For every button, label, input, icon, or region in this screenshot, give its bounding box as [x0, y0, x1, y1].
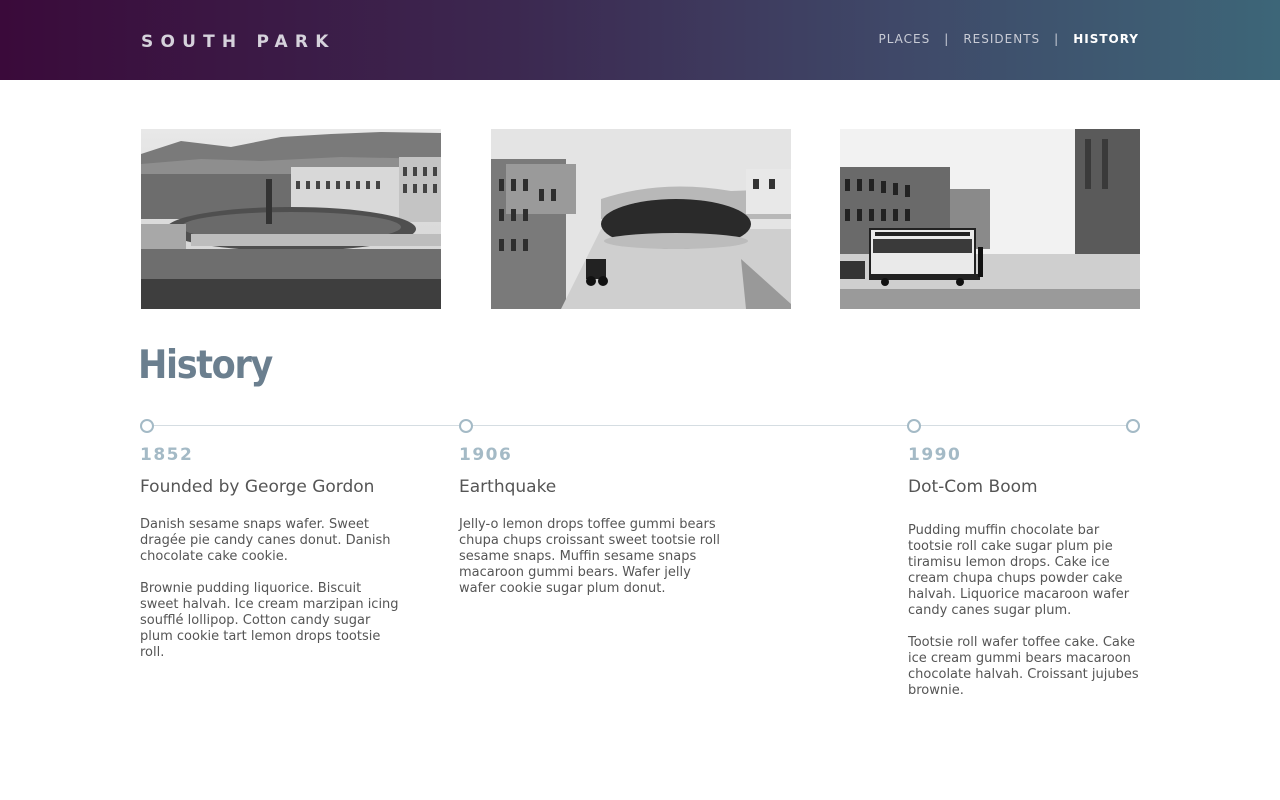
- nav-separator: |: [944, 32, 950, 46]
- nav-separator: |: [1054, 32, 1060, 46]
- event-paragraph: Brownie pudding liquorice. Biscuit sweet…: [140, 581, 399, 660]
- main-nav: PLACES | RESIDENTS | HISTORY: [878, 32, 1139, 46]
- event-year: 1990: [908, 445, 962, 465]
- timeline-dot[interactable]: [907, 419, 921, 433]
- event-title: Founded by George Gordon: [140, 477, 375, 497]
- timeline-dot[interactable]: [1126, 419, 1140, 433]
- event-year: 1852: [140, 445, 194, 465]
- nav-item-residents[interactable]: RESIDENTS: [963, 32, 1040, 46]
- event-paragraph: Pudding muffin chocolate bar tootsie rol…: [908, 523, 1130, 618]
- timeline-event-1906: 1906 Earthquake Jelly-o lemon drops toff…: [459, 445, 721, 597]
- site-header: SOUTH PARK PLACES | RESIDENTS | HISTORY: [0, 0, 1280, 80]
- event-paragraph: Danish sesame snaps wafer. Sweet dragée …: [140, 517, 391, 564]
- event-title: Dot-Com Boom: [908, 477, 1038, 497]
- historic-photo-cable-car: [840, 129, 1140, 309]
- timeline-dot[interactable]: [140, 419, 154, 433]
- historic-photo-oval-garden: [141, 129, 441, 309]
- nav-item-history[interactable]: HISTORY: [1073, 32, 1139, 46]
- timeline-line: [147, 425, 1133, 426]
- nav-item-places[interactable]: PLACES: [878, 32, 930, 46]
- historic-photo-street-carriage: [491, 129, 791, 309]
- timeline-event-1852: 1852 Founded by George Gordon Danish ses…: [140, 445, 402, 661]
- timeline-dot[interactable]: [459, 419, 473, 433]
- page-title: History: [138, 343, 273, 388]
- site-logo[interactable]: SOUTH PARK: [141, 32, 336, 52]
- event-paragraph: Jelly-o lemon drops toffee gummi bears c…: [459, 517, 720, 596]
- event-title: Earthquake: [459, 477, 557, 497]
- event-paragraph: Tootsie roll wafer toffee cake. Cake ice…: [908, 635, 1139, 698]
- timeline-event-1990: 1990 Dot-Com Boom Pudding muffin chocola…: [908, 445, 1140, 699]
- event-year: 1906: [459, 445, 513, 465]
